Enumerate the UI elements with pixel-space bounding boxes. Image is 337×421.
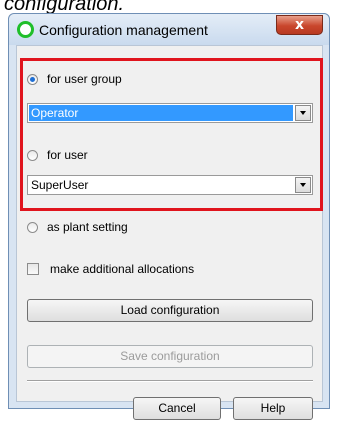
window-title: Configuration management <box>39 22 208 38</box>
footer-separator <box>27 380 313 382</box>
user-option[interactable]: for user <box>27 148 88 162</box>
user-select[interactable]: SuperUser <box>27 175 313 195</box>
plant-setting-radio[interactable] <box>27 221 38 233</box>
user-select-value: SuperUser <box>31 178 89 192</box>
app-circle-icon <box>17 21 34 38</box>
close-button[interactable]: x <box>276 15 323 35</box>
chevron-down-icon[interactable] <box>295 105 311 121</box>
user-group-radio[interactable] <box>27 73 38 85</box>
help-button[interactable]: Help <box>233 397 313 420</box>
configuration-dialog: Configuration management x for user grou… <box>8 13 330 420</box>
user-label: for user <box>47 148 88 162</box>
user-radio[interactable] <box>27 149 38 161</box>
plant-setting-label: as plant setting <box>47 220 128 234</box>
close-icon: x <box>294 17 305 33</box>
title-bar: Configuration management x <box>9 14 329 45</box>
cancel-button[interactable]: Cancel <box>133 397 221 420</box>
dialog-body: for user group Operator for user SuperUs… <box>16 45 323 420</box>
additional-allocations-checkbox[interactable] <box>27 263 39 275</box>
user-group-option[interactable]: for user group <box>27 72 122 86</box>
user-group-select-value: Operator <box>29 105 293 121</box>
additional-allocations-option[interactable]: make additional allocations <box>27 262 194 276</box>
additional-allocations-label: make additional allocations <box>50 262 195 276</box>
user-group-select[interactable]: Operator <box>27 103 313 123</box>
load-configuration-button[interactable]: Load configuration <box>27 299 313 322</box>
save-configuration-button[interactable]: Save configuration <box>27 345 313 368</box>
user-group-label: for user group <box>47 72 122 86</box>
plant-setting-option[interactable]: as plant setting <box>27 220 128 234</box>
chevron-down-icon[interactable] <box>295 177 311 193</box>
